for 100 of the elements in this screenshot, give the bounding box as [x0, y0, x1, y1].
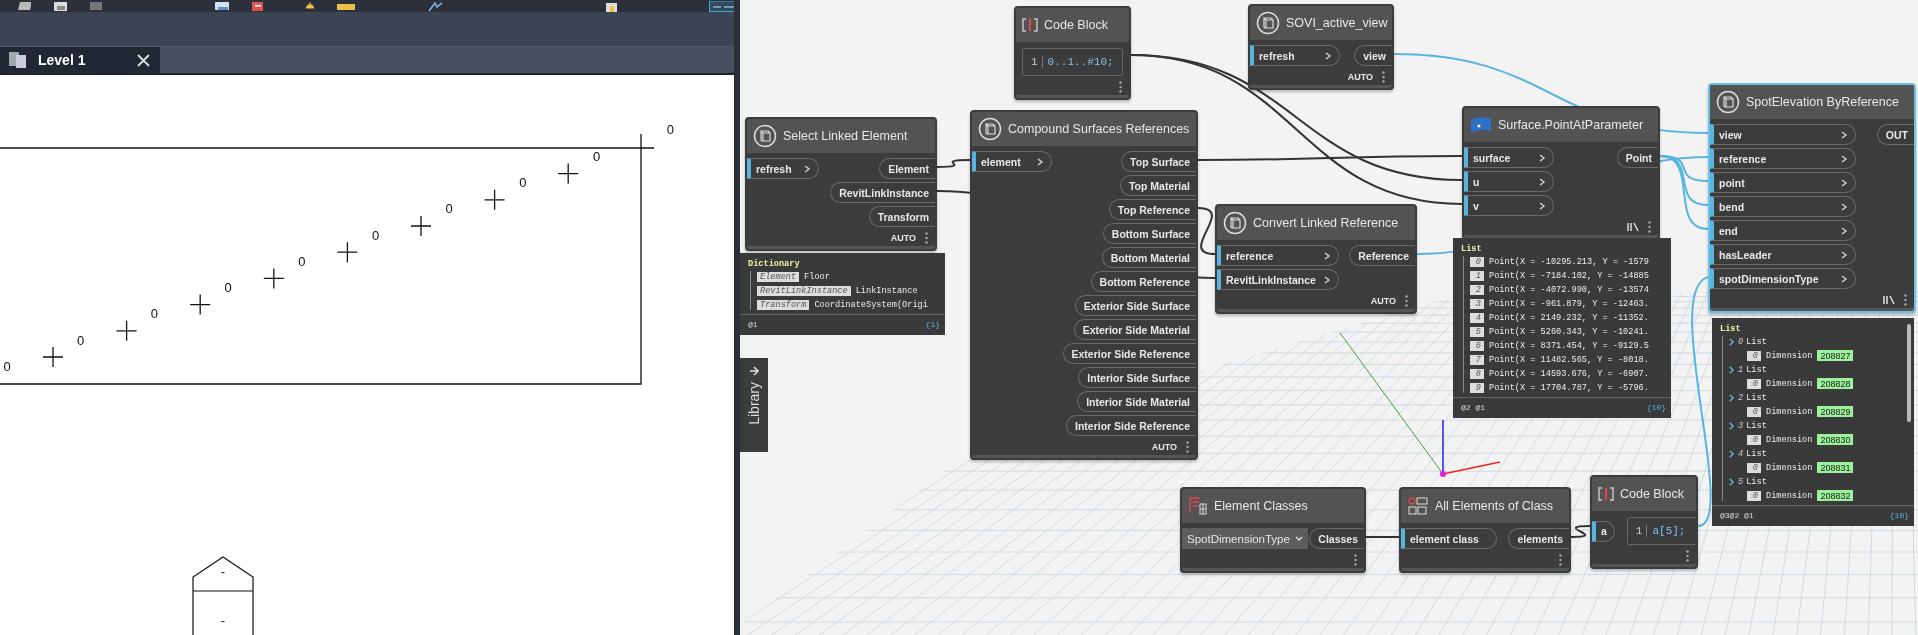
chevron-icon: [1841, 202, 1848, 211]
type-label: Dimension: [1766, 406, 1813, 417]
value-text: Point(X = 14593.676, Y = -6907.: [1489, 368, 1649, 379]
code-editor[interactable]: 1 0..1..#10;: [1022, 48, 1123, 76]
node-card[interactable]: SpotElevation ByReference view reference point bend end hasLeader spotDimensionType OUT: [1708, 83, 1916, 313]
point-marker: [557, 162, 579, 185]
spot-label: 0: [593, 148, 601, 164]
menu-icon[interactable]: [1559, 554, 1562, 566]
node-card[interactable]: Convert Linked Reference reference RevitLinkInstance Reference AUTO: [1215, 204, 1417, 314]
custom-node-icon: [1223, 211, 1247, 235]
menu-icon[interactable]: [1186, 441, 1189, 453]
lacing-icon[interactable]: [1627, 222, 1639, 232]
custom-node-icon: [1256, 11, 1280, 35]
node-title: Compound Surfaces References: [1008, 122, 1190, 136]
index-tag: 0: [1470, 256, 1484, 267]
scrollbar[interactable]: [1907, 324, 1911, 422]
line-style-icon[interactable]: [709, 0, 734, 12]
run-mode-label: AUTO: [1347, 72, 1373, 82]
index-label: 4: [1738, 448, 1744, 459]
menu-icon[interactable]: [1686, 550, 1689, 562]
list-icon: [1188, 496, 1208, 516]
menu-icon[interactable]: [925, 232, 928, 244]
element-id-badge[interactable]: 208827: [1817, 350, 1854, 361]
spot-label: 0: [371, 227, 380, 243]
index-tag: 5: [1470, 326, 1484, 337]
node-card[interactable]: Element Classes SpotDimensionType Classes: [1180, 487, 1366, 573]
custom-node-icon: [978, 117, 1002, 141]
custom-node-icon: [753, 124, 777, 148]
menu-icon[interactable]: [1382, 71, 1385, 83]
node-card[interactable]: Code Block 1 0..1..#10;: [1014, 6, 1131, 100]
index-tag: 3: [1470, 298, 1484, 309]
count-label: {10}: [1646, 403, 1666, 412]
expand-icon[interactable]: [1729, 421, 1735, 430]
element-id-badge[interactable]: 208831: [1817, 462, 1854, 473]
menu-icon[interactable]: [1405, 295, 1408, 307]
level-label: @3@2 @1: [1720, 511, 1754, 520]
library-tab[interactable]: Library: [740, 358, 768, 452]
node-card[interactable]: Surface.PointAtParameter surface u v Point: [1462, 106, 1660, 240]
level-label: @2 @1: [1461, 403, 1485, 412]
index-tag: 0: [1747, 490, 1761, 501]
view-tab[interactable]: Level 1: [0, 47, 160, 73]
menu-icon[interactable]: [1119, 81, 1122, 93]
node-card[interactable]: SOVI_active_view refresh view AUTO: [1248, 4, 1394, 90]
element-id-badge[interactable]: 208829: [1817, 406, 1854, 417]
output-port[interactable]: Reference: [1349, 245, 1415, 266]
expand-icon[interactable]: [1729, 449, 1735, 458]
point-marker: [263, 267, 285, 290]
chevron-icon: [1841, 130, 1848, 139]
expand-icon[interactable]: [1729, 365, 1735, 374]
node-title: Code Block: [1620, 487, 1684, 501]
expand-icon[interactable]: [1729, 393, 1735, 402]
element-id-badge[interactable]: 208832: [1817, 490, 1854, 501]
chevron-icon: [1841, 274, 1848, 283]
index-label: 5: [1738, 476, 1744, 487]
type-label: List: [1746, 420, 1767, 431]
node-card[interactable]: All Elements of Class element class elements: [1399, 487, 1571, 573]
node-title: Convert Linked Reference: [1253, 216, 1399, 230]
node-card[interactable]: Select Linked Element refresh Element RevitLinkInstance Transform AUTO: [745, 117, 937, 251]
tag-label: -: [220, 613, 226, 628]
menu-icon[interactable]: [1904, 294, 1907, 306]
dropdown[interactable]: SpotDimensionType: [1182, 528, 1308, 549]
node-card[interactable]: [970, 110, 1198, 460]
house-icon[interactable]: [603, 1, 617, 12]
sheet-icon[interactable]: [251, 1, 263, 12]
menu-icon[interactable]: [1648, 221, 1651, 233]
value-text: CoordinateSystem(Origi: [814, 299, 928, 310]
brackets-icon: [1022, 18, 1038, 32]
code-editor[interactable]: 1 a[5];: [1626, 517, 1696, 545]
node-title: SpotElevation ByReference: [1746, 95, 1899, 109]
menu-icon[interactable]: [1354, 554, 1357, 566]
element-id-badge[interactable]: 208830: [1817, 434, 1854, 445]
element-id-badge[interactable]: 208828: [1817, 378, 1854, 389]
lacing-icon[interactable]: [1883, 295, 1895, 305]
index-tag: 1: [1470, 270, 1484, 281]
save-icon[interactable]: [53, 1, 67, 12]
connector-wire: [936, 159, 971, 168]
count-label: {10}: [1889, 511, 1909, 520]
type-label: List: [1719, 324, 1741, 334]
expand-icon[interactable]: [1729, 477, 1735, 486]
output-port[interactable]: Bottom Material: [1101, 247, 1196, 268]
line-number: 1: [1635, 525, 1648, 537]
spot-label: 0: [445, 201, 453, 217]
run-mode-label: AUTO: [890, 233, 916, 243]
close-icon[interactable]: [137, 53, 150, 67]
arrow-icon: [748, 366, 760, 376]
print-icon[interactable]: [214, 1, 229, 12]
floor-plan-icon: [8, 51, 28, 70]
value-text: Point(X = 2149.232, Y = -11352.: [1489, 312, 1649, 323]
connector-wire: [1365, 536, 1400, 538]
connector-wire: [1570, 525, 1591, 538]
value-text: LinkInstance: [855, 285, 918, 296]
pin-icon[interactable]: [302, 1, 315, 12]
chevron-icon: [804, 164, 811, 173]
type-label: List: [1746, 448, 1767, 459]
spot-label: 0: [298, 253, 306, 269]
run-mode-label: AUTO: [1370, 296, 1396, 306]
expand-icon[interactable]: [1729, 337, 1735, 346]
chevron-icon: [1539, 177, 1546, 186]
code-text: 0..1..#10;: [1047, 56, 1114, 68]
node-card[interactable]: Code Block a 1 a[5];: [1590, 475, 1698, 569]
